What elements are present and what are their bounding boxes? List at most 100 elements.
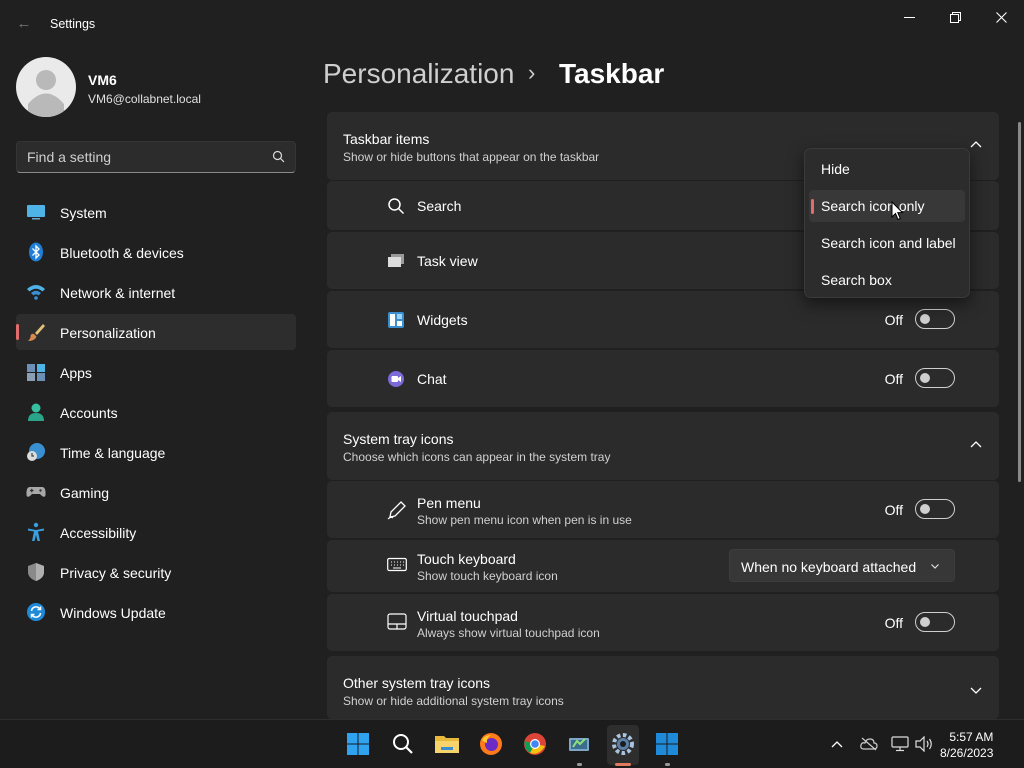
avatar	[16, 57, 76, 117]
sidebar-item-label: Accounts	[60, 405, 118, 421]
person-avatar-icon	[28, 70, 64, 117]
taskbar-clock[interactable]: 5:57 AM 8/26/2023	[940, 729, 993, 761]
active-running-indicator	[615, 763, 631, 766]
pen-menu-toggle[interactable]	[915, 499, 955, 519]
chevron-up-icon	[970, 441, 982, 448]
mouse-cursor-icon	[891, 201, 904, 221]
chevron-down-icon	[970, 687, 982, 694]
app-title: Settings	[50, 17, 96, 31]
user-email: VM6@collabnet.local	[88, 92, 201, 106]
show-hidden-icons-button[interactable]	[823, 730, 851, 758]
volume-button[interactable]	[912, 730, 936, 758]
sidebar-item-bluetooth[interactable]: Bluetooth & devices	[16, 234, 296, 270]
sidebar-nav: System Bluetooth & devices Network & int…	[16, 194, 296, 634]
touch-keyboard-dropdown[interactable]: When no keyboard attached	[729, 549, 955, 582]
sidebar-item-apps[interactable]: Apps	[16, 354, 296, 390]
chrome-button[interactable]	[521, 730, 549, 758]
pen-menu-state: Off	[884, 502, 903, 518]
back-button[interactable]: ←	[14, 14, 34, 34]
search-icon	[272, 150, 285, 163]
gear-icon	[612, 733, 634, 755]
windows-start-icon	[347, 733, 369, 755]
firefox-button[interactable]	[477, 730, 505, 758]
chat-state: Off	[884, 371, 903, 387]
running-indicator	[577, 763, 582, 766]
sidebar-item-label: Privacy & security	[60, 565, 172, 581]
close-button[interactable]	[978, 6, 1024, 28]
firefox-icon	[480, 733, 502, 755]
sidebar-item-accounts[interactable]: Accounts	[16, 394, 296, 430]
menu-item-search-icon-and-label[interactable]: Search icon and label	[809, 227, 965, 259]
section-subtitle: Show or hide additional system tray icon…	[343, 694, 564, 708]
apps-icon	[27, 364, 45, 381]
content-scrollbar[interactable]	[1018, 122, 1021, 482]
clock-date: 8/26/2023	[940, 746, 994, 760]
bluetooth-icon	[29, 242, 43, 262]
shield-icon	[28, 563, 44, 581]
sidebar-item-personalization[interactable]: Personalization	[16, 314, 296, 350]
sidebar-item-accessibility[interactable]: Accessibility	[16, 514, 296, 550]
network-icon	[891, 736, 909, 752]
system-tray-header[interactable]: System tray icons Choose which icons can…	[327, 412, 999, 480]
windows-app-button[interactable]	[653, 730, 681, 758]
widgets-toggle[interactable]	[915, 309, 955, 329]
virtual-touchpad-state: Off	[884, 615, 903, 631]
monitor-icon	[27, 205, 45, 220]
remote-desktop-button[interactable]	[565, 730, 593, 758]
sidebar-item-label: Personalization	[60, 325, 156, 341]
user-name: VM6	[88, 72, 117, 88]
widgets-icon	[388, 312, 404, 328]
restore-button[interactable]	[932, 6, 978, 28]
folder-icon	[435, 736, 459, 753]
restore-icon	[949, 11, 961, 23]
sidebar-item-label: Gaming	[60, 485, 110, 501]
minimize-button[interactable]	[886, 6, 932, 28]
chat-label: Chat	[417, 371, 447, 387]
sidebar-item-label: Bluetooth & devices	[60, 245, 184, 261]
search-options-menu: Hide Search icon only Search icon and la…	[804, 148, 970, 298]
chat-row: Chat Off	[327, 350, 999, 407]
settings-button[interactable]	[609, 730, 637, 758]
touch-keyboard-description: Show touch keyboard icon	[417, 569, 558, 583]
breadcrumb-parent[interactable]: Personalization	[323, 58, 514, 90]
search-input[interactable]	[17, 142, 267, 172]
breadcrumb-separator: ›	[528, 60, 536, 85]
sidebar-item-label: Accessibility	[60, 525, 137, 541]
menu-item-search-icon-only[interactable]: Search icon only	[809, 190, 965, 222]
pen-icon	[387, 501, 406, 520]
pen-menu-description: Show pen menu icon when pen is in use	[417, 513, 632, 527]
search-icon	[393, 734, 413, 754]
gamepad-icon	[26, 487, 46, 497]
globe-clock-icon	[27, 443, 45, 461]
sidebar-item-gaming[interactable]: Gaming	[16, 474, 296, 510]
chevron-up-icon	[831, 741, 843, 748]
other-tray-header[interactable]: Other system tray icons Show or hide add…	[327, 656, 999, 719]
chevron-down-icon	[931, 564, 939, 569]
active-indicator	[16, 324, 19, 340]
menu-item-hide[interactable]: Hide	[809, 153, 965, 185]
network-status-button[interactable]	[888, 730, 912, 758]
sidebar-item-system[interactable]: System	[16, 194, 296, 230]
file-explorer-button[interactable]	[433, 730, 461, 758]
dropdown-value: When no keyboard attached	[741, 559, 917, 575]
clock-time: 5:57 AM	[949, 730, 994, 744]
section-subtitle: Show or hide buttons that appear on the …	[343, 150, 600, 164]
onedrive-button[interactable]	[856, 730, 882, 758]
sidebar-item-label: Apps	[60, 365, 92, 381]
chat-icon	[388, 371, 404, 387]
virtual-touchpad-toggle[interactable]	[915, 612, 955, 632]
sidebar-item-windows-update[interactable]: Windows Update	[16, 594, 296, 630]
section-title: Taskbar items	[343, 131, 430, 147]
start-button[interactable]	[344, 730, 372, 758]
sidebar-item-time-language[interactable]: Time & language	[16, 434, 296, 470]
menu-item-search-box[interactable]: Search box	[809, 264, 965, 296]
search-label: Search	[417, 198, 462, 214]
sidebar-item-label: Network & internet	[60, 285, 176, 301]
virtual-touchpad-description: Always show virtual touchpad icon	[417, 626, 600, 640]
sidebar-item-network[interactable]: Network & internet	[16, 274, 296, 310]
chat-toggle[interactable]	[915, 368, 955, 388]
sidebar-item-privacy[interactable]: Privacy & security	[16, 554, 296, 590]
minimize-icon	[903, 16, 915, 18]
taskbar-search-button[interactable]	[389, 730, 417, 758]
selected-indicator	[811, 199, 814, 214]
